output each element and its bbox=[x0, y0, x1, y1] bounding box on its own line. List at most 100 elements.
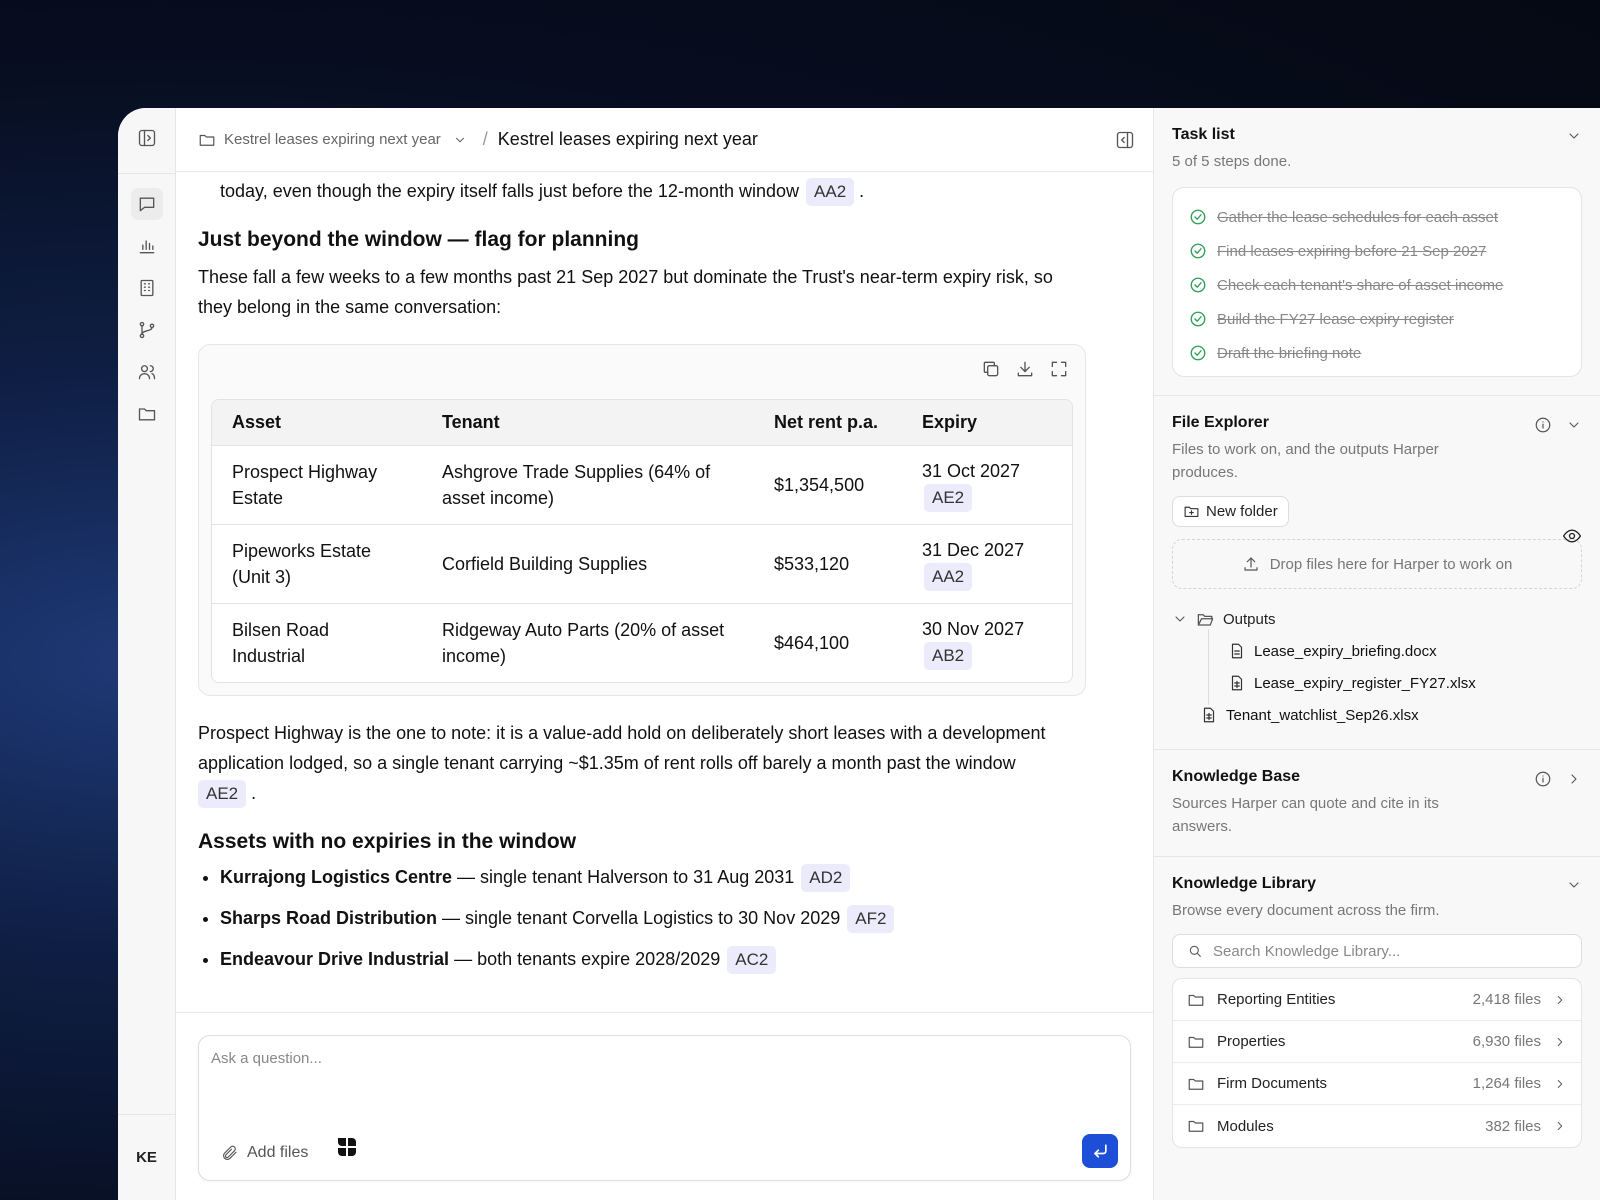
tree-file[interactable]: Lease_expiry_register_FY27.xlsx bbox=[1172, 661, 1582, 705]
download-icon bbox=[1017, 361, 1033, 377]
toggle-right-panel-button[interactable] bbox=[1115, 130, 1135, 155]
chevron-right-icon bbox=[1557, 1037, 1563, 1046]
note-text: Prospect Highway is the one to note: it … bbox=[198, 723, 1046, 773]
user-avatar[interactable]: KE bbox=[136, 1149, 157, 1166]
lease-table: Asset Tenant Net rent p.a. Expiry Prospe… bbox=[211, 399, 1073, 683]
task-label: Build the FY27 lease expiry register bbox=[1217, 310, 1454, 328]
knowledge-library-search[interactable]: Search Knowledge Library... bbox=[1172, 934, 1582, 968]
citation-badge[interactable]: AF2 bbox=[847, 905, 895, 933]
library-folder-row[interactable]: Properties 6,930 files bbox=[1173, 1021, 1581, 1063]
nav-analytics[interactable] bbox=[131, 230, 163, 262]
library-folder-row[interactable]: Modules 382 files bbox=[1173, 1105, 1581, 1147]
asset-bullet-list: Kurrajong Logistics Centre — single tena… bbox=[198, 864, 1085, 974]
check-circle-icon bbox=[1190, 345, 1206, 361]
spreadsheet-icon bbox=[1231, 675, 1243, 691]
tree-file-label: Tenant_watchlist_Sep26.xlsx bbox=[1226, 706, 1419, 724]
tree-file[interactable]: Lease_expiry_briefing.docx bbox=[1172, 629, 1582, 673]
citation-badge[interactable]: AE2 bbox=[198, 780, 247, 808]
download-table-button[interactable] bbox=[1015, 359, 1035, 387]
cell-rent: $533,120 bbox=[754, 525, 902, 604]
toggle-sidebar-button[interactable] bbox=[137, 128, 157, 153]
expand-table-button[interactable] bbox=[1049, 359, 1069, 387]
library-folder-name: Firm Documents bbox=[1217, 1075, 1328, 1092]
knowledge-base-controls bbox=[1534, 770, 1582, 793]
citation-badge[interactable]: AE2 bbox=[924, 484, 973, 512]
file-drop-zone[interactable]: Drop files here for Harper to work on bbox=[1172, 539, 1582, 589]
breadcrumb-folder[interactable]: Kestrel leases expiring next year bbox=[198, 131, 467, 149]
chevron-right-icon bbox=[1557, 995, 1563, 1004]
toggle-visibility-button[interactable] bbox=[1562, 526, 1582, 551]
collapse-task-list-button[interactable] bbox=[1566, 128, 1582, 149]
chevron-right-icon bbox=[1557, 1079, 1563, 1088]
knowledge-base-subtitle: Sources Harper can quote and cite in its… bbox=[1172, 795, 1439, 835]
collapse-file-explorer-button[interactable] bbox=[1566, 417, 1582, 438]
expand-knowledge-base-button[interactable] bbox=[1566, 771, 1582, 792]
citation-badge[interactable]: AB2 bbox=[924, 642, 973, 670]
tree-file[interactable]: Tenant_watchlist_Sep26.xlsx bbox=[1172, 699, 1582, 731]
send-button[interactable] bbox=[1082, 1134, 1118, 1168]
citation-badge[interactable]: AA2 bbox=[806, 178, 855, 206]
message-text-span: today, even though the expiry itself fal… bbox=[220, 181, 799, 201]
task-label: Find leases expiring before 21 Sep 2027 bbox=[1217, 242, 1487, 260]
collapse-knowledge-library-button[interactable] bbox=[1566, 877, 1582, 898]
citation-badge[interactable]: AD2 bbox=[801, 864, 851, 892]
cell-tenant: Ridgeway Auto Parts (20% of asset income… bbox=[442, 620, 725, 666]
chevron-down-icon bbox=[1569, 133, 1579, 139]
info-icon bbox=[1535, 771, 1551, 787]
library-folder-name: Modules bbox=[1217, 1117, 1274, 1135]
harper-logo-button[interactable] bbox=[335, 1135, 359, 1164]
rail-nav bbox=[130, 188, 163, 430]
check-circle-icon bbox=[1190, 277, 1206, 293]
library-folder-name: Properties bbox=[1217, 1033, 1286, 1050]
nav-chat[interactable] bbox=[130, 188, 163, 220]
add-files-label: Add files bbox=[247, 1144, 309, 1161]
new-folder-button[interactable]: New folder bbox=[1172, 496, 1289, 527]
citation-badge[interactable]: AA2 bbox=[924, 563, 973, 591]
nav-files[interactable] bbox=[131, 398, 163, 430]
app-window: KE Kestrel leases expiring next year / K… bbox=[118, 108, 1600, 1200]
folder-plus-icon bbox=[1184, 506, 1199, 518]
nav-workflows[interactable] bbox=[131, 314, 163, 346]
file-explorer-info-button[interactable] bbox=[1534, 416, 1552, 439]
task-label: Check each tenant's share of asset incom… bbox=[1217, 276, 1504, 294]
search-icon bbox=[1189, 945, 1201, 957]
library-folder-row[interactable]: Firm Documents 1,264 files bbox=[1173, 1063, 1581, 1105]
new-folder-label: New folder bbox=[1206, 503, 1278, 520]
folder-icon bbox=[199, 134, 215, 146]
panel-right-icon bbox=[1116, 131, 1134, 149]
cell-rent: $1,354,500 bbox=[754, 446, 902, 525]
chat-scroll-area[interactable]: today, even though the expiry itself fal… bbox=[176, 172, 1153, 1012]
section-heading: Just beyond the window — flag for planni… bbox=[198, 228, 639, 251]
sidebar-toggle-icon bbox=[138, 129, 155, 147]
knowledge-library-section: Knowledge Library Browse every document … bbox=[1154, 857, 1600, 1166]
task-item: Draft the briefing note bbox=[1189, 336, 1565, 370]
file-explorer-controls bbox=[1534, 416, 1582, 439]
chevron-down-icon bbox=[1569, 882, 1579, 888]
library-folder-row[interactable]: Reporting Entities 2,418 files bbox=[1173, 979, 1581, 1021]
col-tenant: Tenant bbox=[422, 400, 754, 446]
task-item: Find leases expiring before 21 Sep 2027 bbox=[1189, 234, 1565, 268]
rail-footer: KE bbox=[118, 1114, 175, 1200]
composer: Add files bbox=[198, 1035, 1131, 1181]
rail-divider bbox=[118, 173, 175, 174]
expiry-date: 31 Oct 2027 bbox=[922, 461, 1021, 481]
col-expiry: Expiry bbox=[902, 400, 1072, 446]
nav-people[interactable] bbox=[131, 356, 163, 388]
task-item: Build the FY27 lease expiry register bbox=[1189, 302, 1565, 336]
copy-table-button[interactable] bbox=[981, 359, 1001, 387]
info-icon bbox=[1535, 417, 1551, 433]
question-input[interactable] bbox=[199, 1036, 1130, 1106]
citation-badge[interactable]: AC2 bbox=[727, 946, 777, 974]
chat-icon bbox=[139, 197, 154, 212]
nav-buildings[interactable] bbox=[131, 272, 163, 304]
folder-icon bbox=[138, 408, 155, 421]
message-text: today, even though the expiry itself fal… bbox=[198, 176, 1085, 206]
library-folder-count: 2,418 files bbox=[1472, 991, 1541, 1008]
tree-folder-outputs[interactable]: Outputs bbox=[1172, 603, 1582, 635]
cell-tenant: Ashgrove Trade Supplies (64% of asset in… bbox=[422, 446, 754, 525]
cell-asset: Bilsen Road Industrial bbox=[232, 620, 330, 666]
knowledge-base-info-button[interactable] bbox=[1534, 770, 1552, 793]
task-label: Gather the lease schedules for each asse… bbox=[1217, 208, 1499, 226]
add-files-button[interactable]: Add files bbox=[221, 1144, 308, 1162]
list-item: Sharps Road Distribution — single tenant… bbox=[220, 905, 1085, 933]
